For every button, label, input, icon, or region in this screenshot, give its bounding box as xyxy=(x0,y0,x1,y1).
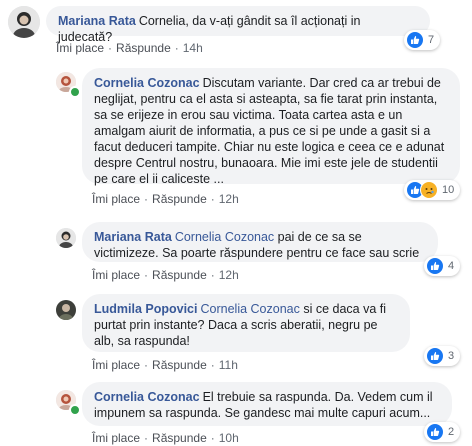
reaction-count: 3 xyxy=(448,350,455,362)
comment-bubble: Mariana Rata Cornelia Cozonac pai de ce s… xyxy=(82,222,438,262)
avatar[interactable] xyxy=(8,6,40,38)
like-icon xyxy=(426,257,444,275)
comment-author[interactable]: Ludmila Popovici xyxy=(94,302,198,316)
comment-bubble: Ludmila Popovici Cornelia Cozonac si ce d… xyxy=(82,294,410,352)
comment-bubble: Cornelia Cozonac Discutam variante. Dar c… xyxy=(82,68,460,186)
online-status-icon xyxy=(69,86,81,98)
reaction-count: 2 xyxy=(448,426,455,438)
comment-2: Cornelia Cozonac Discutam variante. Dar c… xyxy=(0,60,472,210)
comment-actions: Îmi place · Răspunde · 14h xyxy=(56,41,203,55)
reply-link[interactable]: Răspunde xyxy=(152,268,207,282)
comment-actions: Îmi place · Răspunde · 12h xyxy=(92,192,239,206)
reaction-count: 10 xyxy=(442,184,455,196)
like-icon xyxy=(406,31,424,49)
comment-thread: Mariana Rata Cornelia, da v-ați gândit sa… xyxy=(0,0,472,446)
reaction-summary[interactable]: 10 xyxy=(404,180,460,200)
reaction-summary[interactable]: 3 xyxy=(424,346,460,366)
comment-actions: Îmi place · Răspunde · 11h xyxy=(92,358,238,372)
reaction-count: 7 xyxy=(428,34,435,46)
comment-author[interactable]: Cornelia Cozonac xyxy=(94,390,200,404)
reply-link[interactable]: Răspunde xyxy=(152,431,207,445)
reaction-count: 4 xyxy=(448,260,455,272)
comment-timestamp[interactable]: 14h xyxy=(183,41,203,55)
comment-author[interactable]: Mariana Rata xyxy=(94,230,172,244)
comment-timestamp[interactable]: 10h xyxy=(219,431,239,445)
reply-link[interactable]: Răspunde xyxy=(116,41,171,55)
like-icon xyxy=(426,347,444,365)
comment-author[interactable]: Mariana Rata xyxy=(58,14,136,28)
like-link[interactable]: Îmi place xyxy=(92,268,140,282)
reply-link[interactable]: Răspunde xyxy=(152,358,207,372)
online-status-icon xyxy=(69,404,81,416)
comment-text: Discutam variante. Dar cred ca ar trebui… xyxy=(94,76,445,186)
like-icon xyxy=(426,423,444,441)
comment-author[interactable]: Cornelia Cozonac xyxy=(94,76,200,90)
comment-timestamp[interactable]: 11h xyxy=(219,358,238,372)
avatar[interactable] xyxy=(56,300,76,320)
reaction-summary[interactable]: 2 xyxy=(424,422,460,442)
like-link[interactable]: Îmi place xyxy=(56,41,104,55)
reaction-summary[interactable]: 4 xyxy=(424,256,460,276)
like-link[interactable]: Îmi place xyxy=(92,431,140,445)
sad-icon xyxy=(420,181,438,199)
mentioned-user[interactable]: Cornelia Cozonac xyxy=(201,302,300,316)
reply-link[interactable]: Răspunde xyxy=(152,192,207,206)
comment-bubble: Cornelia Cozonac El trebuie sa raspunda. … xyxy=(82,382,452,426)
comment-timestamp[interactable]: 12h xyxy=(219,268,239,282)
like-link[interactable]: Îmi place xyxy=(92,358,140,372)
comment-actions: Îmi place · Răspunde · 12h xyxy=(92,268,239,282)
comment-3: Mariana Rata Cornelia Cozonac pai de ce s… xyxy=(0,218,472,288)
mentioned-user[interactable]: Cornelia Cozonac xyxy=(175,230,274,244)
reaction-summary[interactable]: 7 xyxy=(404,30,440,50)
comment-1: Mariana Rata Cornelia, da v-ați gândit sa… xyxy=(0,0,472,60)
like-link[interactable]: Îmi place xyxy=(92,192,140,206)
comment-4: Ludmila Popovici Cornelia Cozonac si ce d… xyxy=(0,290,472,378)
comment-timestamp[interactable]: 12h xyxy=(219,192,239,206)
comment-bubble: Mariana Rata Cornelia, da v-ați gândit sa… xyxy=(46,6,430,44)
comment-5: Cornelia Cozonac El trebuie sa raspunda. … xyxy=(0,378,472,446)
comment-actions: Îmi place · Răspunde · 10h xyxy=(92,431,239,445)
avatar[interactable] xyxy=(56,228,76,248)
